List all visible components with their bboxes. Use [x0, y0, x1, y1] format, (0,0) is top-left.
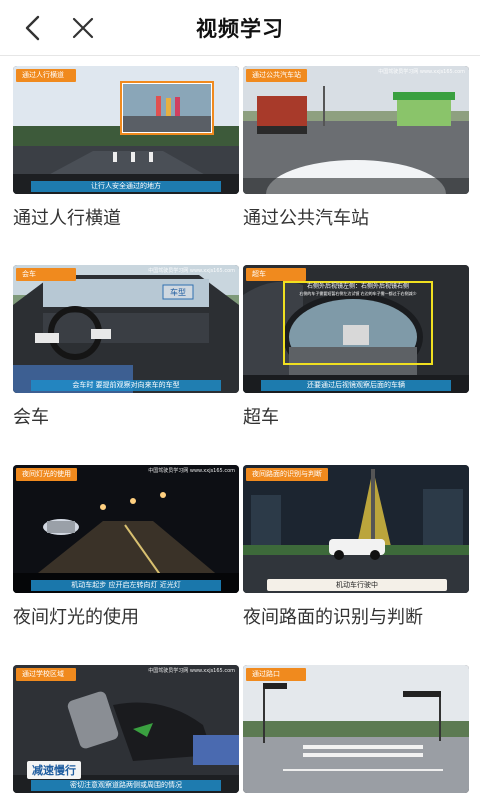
video-thumbnail[interactable]: 通过人行横道 让行人安全通过的地方: [13, 66, 239, 194]
watermark: 中国驾驶员学习网 www.xxjs165.com: [148, 468, 235, 474]
night-road-image: [13, 465, 239, 593]
category-tag: 通过学校区域: [16, 668, 76, 681]
video-subtitle: 还要通过后视镜观察后面的车辆: [261, 380, 451, 391]
night-street-illustration: [243, 465, 469, 593]
video-card-school-zone[interactable]: 通过学校区域 中国驾驶员学习网 www.xxjs165.com 减速慢行 密切注…: [13, 665, 239, 803]
video-thumbnail[interactable]: 夜间灯光的使用 中国驾驶员学习网 www.xxjs165.com 机动车起步 应…: [13, 465, 239, 593]
category-tag: 通过公共汽车站: [246, 69, 307, 82]
overlay-label: 减速慢行: [27, 761, 81, 779]
crosswalk-scene-image: [13, 66, 239, 194]
video-thumbnail[interactable]: 通过学校区域 中国驾驶员学习网 www.xxjs165.com 减速慢行 密切注…: [13, 665, 239, 793]
video-grid: 通过人行横道 让行人安全通过的地方 通过人行横道 通过公共汽车站 中国驾驶员学习…: [0, 56, 480, 803]
video-subtitle: 让行人安全通过的地方: [31, 181, 221, 192]
video-card-crosswalk[interactable]: 通过人行横道 让行人安全通过的地方 通过人行横道: [13, 66, 239, 230]
video-title: 夜间路面的识别与判断: [243, 607, 423, 628]
category-tag: 超车: [246, 268, 306, 281]
category-tag: 通过人行横道: [16, 69, 76, 82]
video-card-meeting-car[interactable]: 会车 中国驾驶员学习网 www.xxjs165.com 车型 会车时 要提前观察…: [13, 265, 239, 429]
video-card-intersection[interactable]: 通过路口: [243, 665, 469, 803]
video-title: 夜间灯光的使用: [13, 607, 139, 628]
bus-stop-scene-image: [243, 66, 469, 194]
video-thumbnail[interactable]: 右侧外后视镜左侧：右侧外后视镜右侧 右侧的车子需要短暂右侧左边试镜 右边的车子需…: [243, 265, 469, 393]
video-thumbnail[interactable]: 会车 中国驾驶员学习网 www.xxjs165.com 车型 会车时 要提前观察…: [13, 265, 239, 393]
video-card-overtaking[interactable]: 右侧外后视镜左侧：右侧外后视镜右侧 右侧的车子需要短暂右侧左边试镜 右边的车子需…: [243, 265, 469, 429]
watermark: 中国驾驶员学习网 www.xxjs165.com: [378, 69, 465, 75]
video-title: 超车: [243, 407, 279, 428]
overlay-note: 右侧的车子需要短暂右侧左边试镜 右边的车子需一都过于右侧减少: [299, 291, 417, 296]
overlay-label: 车型: [170, 288, 186, 297]
video-thumbnail[interactable]: 夜间路面的识别与判断 机动车行驶中: [243, 465, 469, 593]
intersection-image: [243, 665, 469, 793]
video-thumbnail[interactable]: 通过公共汽车站 中国驾驶员学习网 www.xxjs165.com: [243, 66, 469, 194]
car-interior-image: [13, 265, 239, 393]
category-tag: 夜间路面的识别与判断: [246, 468, 328, 481]
video-subtitle: 机动车行驶中: [336, 581, 378, 589]
page-title: 视频学习: [196, 17, 284, 41]
video-card-night-lights[interactable]: 夜间灯光的使用 中国驾驶员学习网 www.xxjs165.com 机动车起步 应…: [13, 465, 239, 629]
watermark: 中国驾驶员学习网 www.xxjs165.com: [148, 668, 235, 674]
video-title: 通过公共汽车站: [243, 208, 369, 229]
video-title: 会车: [13, 407, 49, 428]
video-title: 通过人行横道: [13, 208, 121, 229]
top-bar: 视频学习: [0, 0, 480, 56]
category-tag: 会车: [16, 268, 76, 281]
video-subtitle: 会车时 要提前观察对向来车的车型: [31, 380, 221, 391]
video-card-night-road[interactable]: 夜间路面的识别与判断 机动车行驶中 夜间路面的识别与判断: [243, 465, 469, 629]
watermark: 中国驾驶员学习网 www.xxjs165.com: [148, 268, 235, 274]
video-subtitle: 密切注意观察道路两侧或周围的情况: [31, 780, 221, 791]
category-tag: 通过路口: [246, 668, 306, 681]
video-card-bus-stop[interactable]: 通过公共汽车站 中国驾驶员学习网 www.xxjs165.com 通过公共汽车站: [243, 66, 469, 230]
video-thumbnail[interactable]: 通过路口: [243, 665, 469, 793]
category-tag: 夜间灯光的使用: [16, 468, 77, 481]
video-subtitle: 机动车起步 应开启左转向灯 近光灯: [31, 580, 221, 591]
overlay-heading: 右侧外后视镜左侧：右侧外后视镜右侧: [306, 283, 409, 290]
